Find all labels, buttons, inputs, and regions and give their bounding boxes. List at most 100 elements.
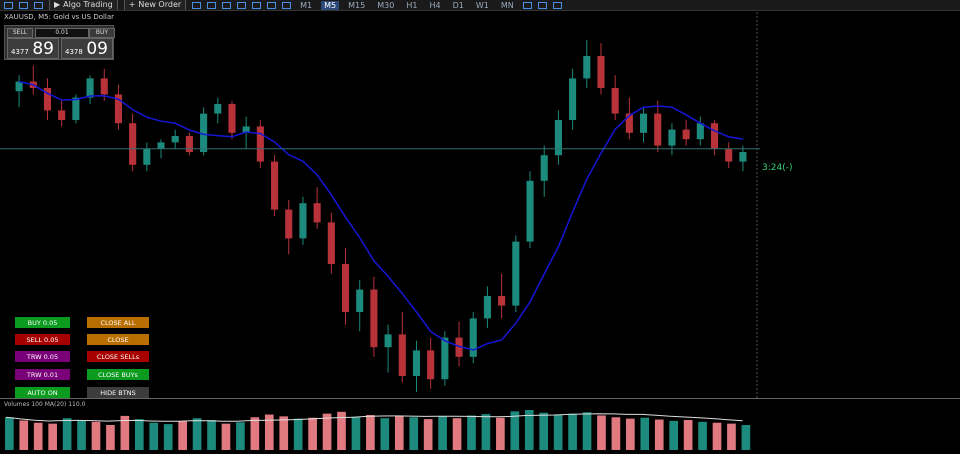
moving-average-line — [18, 80, 744, 351]
volume-bar — [438, 416, 447, 450]
volume-bar — [163, 424, 173, 450]
candle-body — [157, 142, 165, 149]
candle-body — [15, 81, 23, 92]
volume-bar — [380, 418, 390, 450]
candle-body — [256, 126, 264, 162]
sell-005-button[interactable]: SELL 0.05 — [14, 333, 71, 346]
candle-body — [483, 296, 491, 319]
candle-body — [498, 296, 506, 306]
grid-icon[interactable] — [252, 1, 262, 9]
volume-bar — [626, 418, 635, 450]
close-buys-button[interactable]: CLOSE BUYs — [86, 368, 150, 381]
volume-bar — [322, 413, 332, 450]
volume-bar — [236, 422, 245, 450]
volume-bar — [149, 422, 159, 450]
volume-panel — [0, 398, 960, 450]
candle-body — [299, 203, 307, 239]
volume-bar — [178, 421, 187, 450]
sell-button[interactable]: SELL — [7, 28, 33, 38]
autoscroll-icon[interactable] — [267, 1, 277, 9]
volume-bar — [308, 417, 317, 450]
volume-bar — [654, 419, 664, 450]
layout-icon[interactable] — [19, 1, 28, 9]
candle-body — [441, 337, 449, 380]
chart-icon[interactable] — [4, 1, 13, 9]
volume-bar — [568, 413, 577, 450]
trw-005-button[interactable]: TRW 0.05 — [14, 350, 71, 363]
tf-m5[interactable]: M5 — [321, 0, 340, 10]
tf-m30[interactable]: M30 — [374, 1, 397, 10]
sell-price-big: 89 — [32, 39, 54, 59]
refresh-icon[interactable] — [34, 1, 43, 9]
volume-bar — [279, 416, 289, 450]
shift-icon[interactable] — [282, 1, 292, 9]
volume-bar — [510, 411, 520, 450]
line-tool-icon[interactable] — [537, 1, 547, 9]
buy-price-box[interactable]: 4378 09 — [61, 38, 113, 59]
candle-body — [143, 148, 151, 165]
volume-bar — [683, 420, 693, 450]
candle-body — [640, 113, 648, 133]
symbol-label: XAUUSD, M5: Gold vs US Dollar — [4, 13, 115, 21]
volume-bar — [611, 417, 621, 450]
candle-body — [469, 318, 477, 357]
sell-price-box[interactable]: 4377 89 — [7, 38, 59, 59]
candle-body — [696, 123, 704, 140]
candle-body — [58, 110, 66, 120]
buy-price-big: 09 — [86, 39, 108, 59]
one-click-trading-panel: SELL 0.01 BUY 4377 89 4378 09 — [4, 25, 115, 60]
close-profitable-button[interactable]: CLOSE PROFITABLE — [86, 333, 150, 357]
tf-w1[interactable]: W1 — [473, 1, 492, 10]
candle-body — [398, 334, 406, 376]
volume-bar — [106, 425, 115, 450]
tf-h4[interactable]: H4 — [426, 1, 443, 10]
volume-bar — [669, 420, 679, 450]
plus-icon: + — [128, 0, 136, 9]
candle-body — [72, 97, 80, 120]
tf-m1[interactable]: M1 — [297, 1, 315, 10]
tf-d1[interactable]: D1 — [450, 1, 467, 10]
crosshair-icon[interactable] — [522, 1, 532, 9]
volume-bar — [91, 421, 101, 450]
new-order-button[interactable]: + New Order — [123, 0, 187, 10]
candle-body — [654, 113, 662, 146]
candle-body — [285, 209, 293, 239]
volume-bar — [409, 417, 419, 450]
candle-body — [427, 350, 435, 380]
close-sells-button[interactable]: CLOSE SELLs — [86, 350, 150, 363]
volume-bar — [712, 422, 722, 450]
candle-body — [185, 136, 193, 152]
zoom-in-icon[interactable] — [222, 1, 232, 9]
zoom-out-icon[interactable] — [237, 1, 247, 9]
close-all-button[interactable]: CLOSE ALL — [86, 316, 150, 329]
lot-input[interactable]: 0.01 — [35, 28, 89, 38]
tf-m15[interactable]: M15 — [345, 1, 368, 10]
buy-button[interactable]: BUY — [89, 28, 115, 38]
bar-chart-icon[interactable] — [192, 1, 202, 9]
volume-chart — [5, 410, 751, 450]
volume-bar — [452, 418, 462, 450]
sell-price-small: 4377 — [11, 48, 29, 56]
candle-body — [682, 129, 690, 140]
algo-trading-button[interactable]: ▶ Algo Trading — [49, 0, 118, 10]
volume-bar — [467, 415, 476, 450]
candle-body — [611, 88, 619, 114]
buy-005-button[interactable]: BUY 0.05 — [14, 316, 71, 329]
volume-bar — [741, 425, 751, 450]
text-tool-icon[interactable] — [552, 1, 562, 9]
candle-body — [668, 129, 676, 146]
volume-bar — [597, 415, 606, 450]
tf-h1[interactable]: H1 — [403, 1, 420, 10]
candle-icon[interactable] — [207, 1, 217, 9]
volume-bar — [698, 421, 707, 450]
candle-body — [100, 78, 108, 95]
candle-body — [384, 334, 392, 348]
trw-001-button[interactable]: TRW 0.01 — [14, 368, 71, 381]
candle-body — [271, 161, 279, 210]
tf-mn[interactable]: MN — [498, 1, 517, 10]
candle-body — [370, 289, 378, 348]
volume-bar — [221, 423, 231, 450]
volume-bar — [192, 418, 202, 450]
candle-body — [540, 155, 548, 181]
candle-body — [129, 123, 137, 165]
